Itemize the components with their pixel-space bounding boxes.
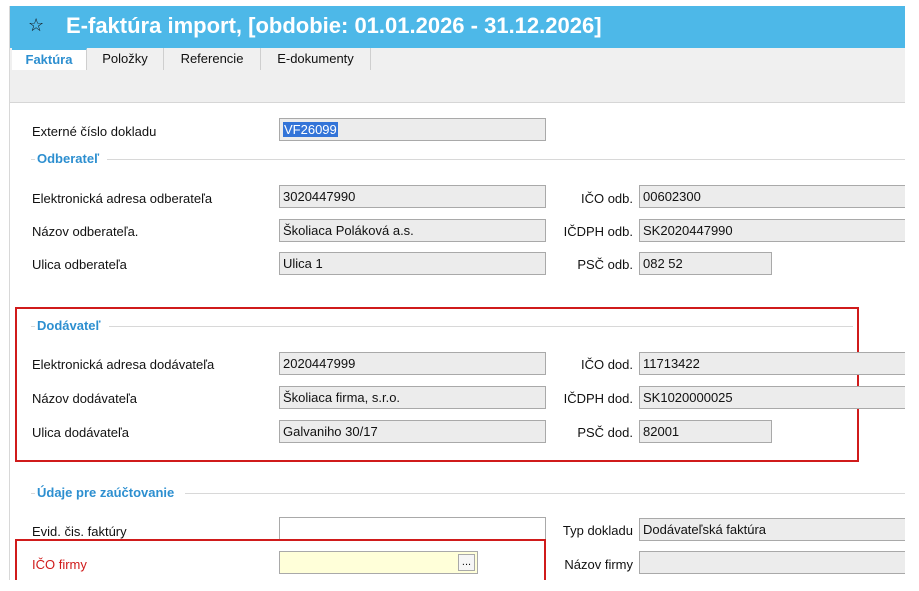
tab-polozky[interactable]: Položky [87,48,164,70]
odberatel-icdph-label: IČDPH odb. [563,224,633,239]
evid-cislo-field[interactable] [279,517,546,540]
favorite-star-icon[interactable]: ☆ [28,15,44,36]
ico-firmy-label: IČO firmy [32,557,87,572]
odberatel-psc-label: PSČ odb. [577,257,633,272]
typ-dokladu-field[interactable]: Dodávateľská faktúra [639,518,905,541]
odberatel-address-label: Elektronická adresa odberateľa [32,191,213,206]
dodavatel-icdph-field[interactable]: SK1020000025 [639,386,905,409]
window: ☆ E-faktúra import, [obdobie: 01.01.2026… [9,6,905,580]
dodavatel-name-field[interactable]: Školiaca firma, s.r.o. [279,386,546,409]
section-dodavatel-divider [109,326,853,327]
section-odberatel-title: Odberateľ [37,151,100,166]
tab-referencie[interactable]: Referencie [164,48,261,70]
dodavatel-psc-label: PSČ dod. [577,425,633,440]
title-bar: ☆ E-faktúra import, [obdobie: 01.01.2026… [10,6,905,48]
dodavatel-name-label: Názov dodávateľa [32,391,137,406]
toolbar-band [10,70,905,103]
window-title: E-faktúra import, [obdobie: 01.01.2026 -… [66,13,602,38]
tab-faktura[interactable]: Faktúra [12,48,87,70]
section-uctovanie-line-left [31,493,35,494]
odberatel-name-label: Názov odberateľa. [32,224,139,239]
external-doc-number-label: Externé číslo dokladu [32,124,157,139]
dodavatel-street-label: Ulica dodávateľa [32,425,130,440]
odberatel-icdph-field[interactable]: SK2020447990 [639,219,905,242]
odberatel-psc-field[interactable]: 082 52 [639,252,772,275]
odberatel-name-field[interactable]: Školiaca Poláková a.s. [279,219,546,242]
evid-cislo-label: Evid. čis. faktúry [32,524,127,539]
odberatel-ico-field[interactable]: 00602300 [639,185,905,208]
dodavatel-ico-label: IČO dod. [580,357,633,372]
section-uctovanie-title: Údaje pre zaúčtovanie [37,485,175,500]
external-doc-number-value: VF26099 [283,122,338,137]
browse-button[interactable]: ... [458,554,475,571]
ico-firmy-field[interactable]: ... [279,551,478,574]
dodavatel-address-label: Elektronická adresa dodávateľa [32,357,215,372]
odberatel-street-field[interactable]: Ulica 1 [279,252,546,275]
typ-dokladu-label: Typ dokladu [562,523,633,538]
dodavatel-icdph-label: IČDPH dod. [563,391,633,406]
dodavatel-street-field[interactable]: Galvaniho 30/17 [279,420,546,443]
section-dodavatel-line-left [31,326,35,327]
section-odberatel-line-left [31,159,35,160]
dodavatel-psc-field[interactable]: 82001 [639,420,772,443]
nazov-firmy-field[interactable] [639,551,905,574]
tab-e-dokumenty[interactable]: E-dokumenty [261,48,371,70]
dodavatel-address-field[interactable]: 2020447999 [279,352,546,375]
section-odberatel-divider [107,159,905,160]
odberatel-ico-label: IČO odb. [580,191,633,206]
dodavatel-ico-field[interactable]: 11713422 [639,352,905,375]
odberatel-street-label: Ulica odberateľa [32,257,127,272]
section-dodavatel-title: Dodávateľ [37,318,101,333]
nazov-firmy-label: Názov firmy [564,557,633,572]
section-uctovanie-divider [185,493,905,494]
external-doc-number-field[interactable]: VF26099 [279,118,546,141]
odberatel-address-field[interactable]: 3020447990 [279,185,546,208]
tab-bar: Faktúra Položky Referencie E-dokumenty [10,48,905,70]
